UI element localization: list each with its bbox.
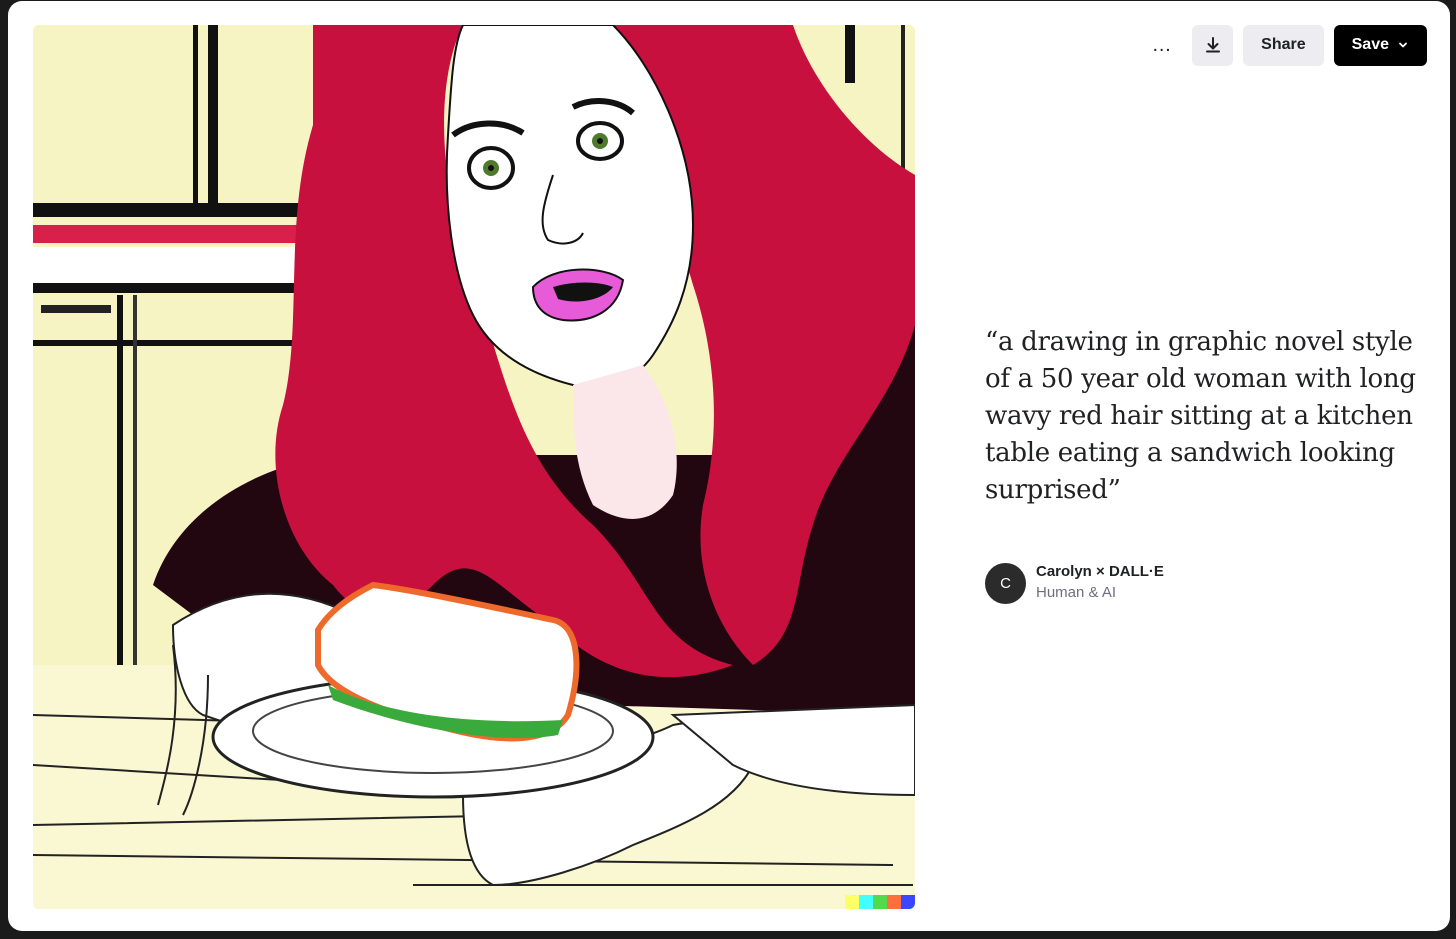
generated-image-artwork — [33, 25, 915, 909]
chevron-down-icon — [1399, 42, 1407, 48]
author-name: Carolyn × DALL·E — [1036, 563, 1164, 580]
image-toolbar: … Share Save — [1142, 24, 1427, 66]
generated-image[interactable] — [33, 25, 915, 909]
avatar[interactable]: C — [985, 562, 1026, 604]
share-button[interactable]: Share — [1243, 24, 1324, 66]
author-subtitle: Human & AI — [1036, 584, 1117, 601]
image-detail-modal: … Share Save “a drawing in graphic novel… — [8, 1, 1450, 931]
save-button[interactable]: Save — [1333, 24, 1427, 66]
download-button[interactable] — [1192, 24, 1234, 66]
prompt-text: “a drawing in graphic novel style of a 5… — [985, 327, 1416, 505]
more-options-button[interactable]: … — [1142, 24, 1182, 66]
ellipsis-icon: … — [1151, 33, 1173, 56]
author-block: C Carolyn × DALL·E Human & AI — [985, 562, 1164, 604]
author-info: Carolyn × DALL·E Human & AI — [1036, 562, 1164, 604]
save-button-label: Save — [1351, 36, 1389, 53]
download-icon — [1205, 37, 1220, 53]
